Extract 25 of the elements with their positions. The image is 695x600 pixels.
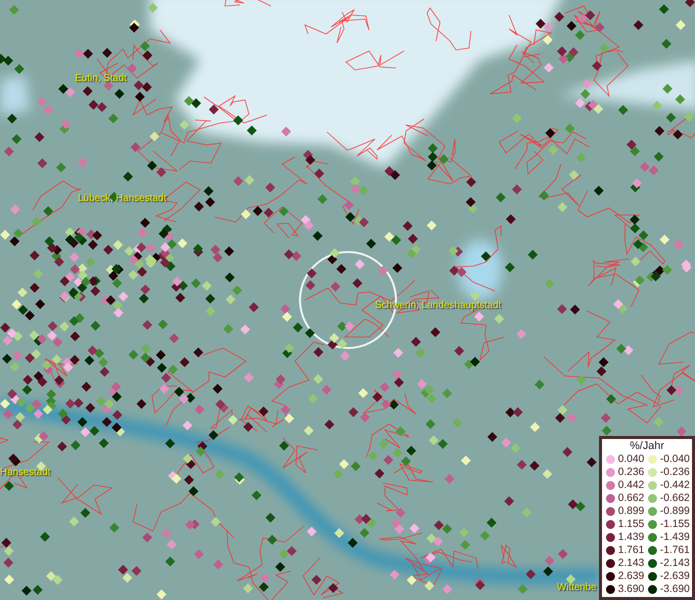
- legend-value: 0.040: [618, 454, 644, 465]
- legend-value: -1.439: [660, 532, 690, 543]
- legend-value: 0.899: [618, 506, 644, 517]
- legend-value: 2.639: [618, 571, 644, 582]
- legend-value: 0.442: [618, 480, 644, 491]
- legend-value: 0.236: [618, 467, 644, 478]
- legend-value: -0.236: [660, 467, 690, 478]
- legend-value: -0.662: [660, 493, 690, 504]
- legend-value: -0.899: [660, 506, 690, 517]
- place-label: Wittenbe: [557, 583, 596, 593]
- legend-value: 1.439: [618, 532, 644, 543]
- legend-value: 1.155: [618, 519, 644, 530]
- legend-value: 2.143: [618, 558, 644, 569]
- legend-value: 1.761: [618, 545, 644, 556]
- legend-value: -1.761: [660, 545, 690, 556]
- place-label: Eutin, Stadt: [75, 74, 127, 84]
- legend-value: 3.690: [618, 584, 644, 595]
- legend-value: -2.639: [660, 571, 690, 582]
- legend-value: -0.040: [660, 454, 690, 465]
- legend-value: -2.143: [660, 558, 690, 569]
- legend-title: %/Jahr: [628, 440, 666, 453]
- legend-value: -3.690: [660, 584, 690, 595]
- legend-value: 0.662: [618, 493, 644, 504]
- legend-value: -0.442: [660, 480, 690, 491]
- legend-value: -1.155: [660, 519, 690, 530]
